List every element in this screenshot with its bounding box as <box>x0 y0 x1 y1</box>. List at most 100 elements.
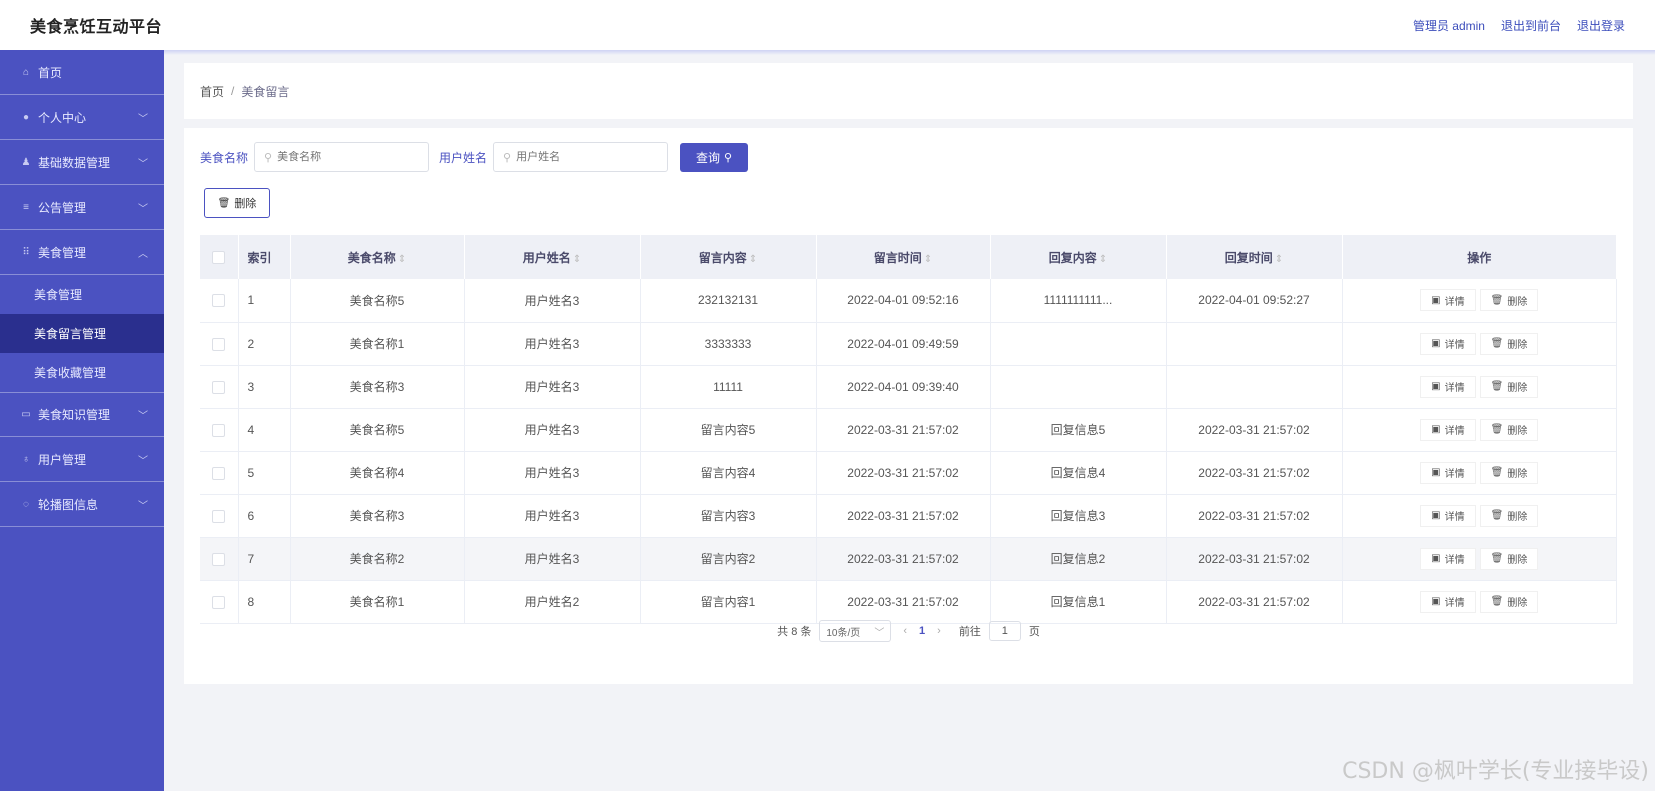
delete-button[interactable]: 🗑 删除 <box>1479 504 1539 527</box>
detail-button[interactable]: ▣ 详情 <box>1420 547 1476 570</box>
col-index: 索引 <box>238 235 291 279</box>
sidebar-subitem-food-manage[interactable]: 美食管理 <box>0 275 164 314</box>
row-reply: 回复信息4 <box>990 451 1167 494</box>
col-time[interactable]: 留言时间 ⇕ <box>816 235 991 279</box>
delete-button[interactable]: 🗑 删除 <box>1479 418 1539 441</box>
delete-button[interactable]: 🗑 删除 <box>1479 547 1539 570</box>
sort-icon: ⇕ <box>1274 253 1284 265</box>
detail-button[interactable]: ▣ 详情 <box>1420 332 1476 355</box>
trash-icon: 🗑 <box>1490 381 1504 392</box>
delete-label: 删除 <box>1507 469 1528 480</box>
delete-button[interactable]: 🗑 删除 <box>1479 332 1539 355</box>
sidebar-item-food[interactable]: ⠿ 美食管理 ︿ <box>0 230 164 275</box>
row-content: 留言内容1 <box>640 580 817 623</box>
row-checkbox[interactable] <box>212 294 226 308</box>
delete-button[interactable]: 🗑 删除 <box>1479 289 1539 312</box>
col-reply-time-label: 回复时间 <box>1224 250 1273 265</box>
detail-icon: ▣ <box>1431 510 1441 521</box>
detail-icon: ▣ <box>1431 381 1441 392</box>
row-checkbox[interactable] <box>212 337 226 351</box>
row-food-name: 美食名称5 <box>290 279 465 322</box>
detail-button[interactable]: ▣ 详情 <box>1420 375 1476 398</box>
row-select-cell <box>200 322 239 365</box>
sidebar-item-home[interactable]: ⌂ 首页 <box>0 50 164 95</box>
detail-label: 详情 <box>1444 340 1465 351</box>
select-all-checkbox[interactable] <box>212 251 226 265</box>
page-size-select[interactable]: 10条/页 ﹀ <box>819 620 892 642</box>
row-checkbox[interactable] <box>212 380 226 394</box>
row-checkbox[interactable] <box>212 595 226 609</box>
row-checkbox[interactable] <box>212 423 226 437</box>
total-count: 共 8 条 <box>777 626 812 638</box>
exit-to-front-link[interactable]: 退出到前台 <box>1501 17 1561 34</box>
col-content[interactable]: 留言内容 ⇕ <box>640 235 817 279</box>
detail-button[interactable]: ▣ 详情 <box>1420 504 1476 527</box>
sidebar-item-personal-center[interactable]: ● 个人中心 ﹀ <box>0 95 164 140</box>
search-icon: ⚲ <box>264 151 273 164</box>
row-checkbox[interactable] <box>212 466 226 480</box>
next-page-button[interactable]: › <box>933 625 945 637</box>
row-checkbox[interactable] <box>212 552 226 566</box>
col-food-name[interactable]: 美食名称 ⇕ <box>290 235 465 279</box>
detail-button[interactable]: ▣ 详情 <box>1420 590 1476 613</box>
admin-user-link[interactable]: 管理员 admin <box>1413 17 1485 34</box>
col-reply-time[interactable]: 回复时间 ⇕ <box>1166 235 1343 279</box>
row-actions: ▣ 详情 🗑 删除 <box>1342 451 1617 494</box>
sidebar: ⌂ 首页 ● 个人中心 ﹀ ♟ 基础数据管理 ﹀ ≡ 公告管理 ﹀ ⠿ 美食管理… <box>0 50 164 791</box>
row-content: 留言内容4 <box>640 451 817 494</box>
delete-button[interactable]: 🗑 删除 <box>1479 461 1539 484</box>
col-user-name[interactable]: 用户姓名 ⇕ <box>464 235 641 279</box>
select-all-cell <box>200 235 239 279</box>
query-button[interactable]: 查询 ⚲ <box>680 142 749 172</box>
goto-page-input[interactable]: 1 <box>988 621 1021 641</box>
detail-button[interactable]: ▣ 详情 <box>1420 418 1476 441</box>
prev-page-button[interactable]: ‹ <box>899 625 911 637</box>
logout-link[interactable]: 退出登录 <box>1577 17 1625 34</box>
table-row: 5 美食名称4 用户姓名3 留言内容4 2022-03-31 21:57:02 回复信息4… <box>200 451 1617 494</box>
user-name-input[interactable] <box>516 151 647 163</box>
row-select-cell <box>200 494 239 537</box>
sidebar-item-user[interactable]: ♁ 用户管理 ﹀ <box>0 437 164 482</box>
food-name-input[interactable] <box>277 151 408 163</box>
delete-label: 删除 <box>1507 512 1528 523</box>
row-checkbox[interactable] <box>212 509 226 523</box>
trash-icon: 🗑 <box>1490 467 1504 478</box>
sidebar-item-carousel[interactable]: ◌ 轮播图信息 ﹀ <box>0 482 164 527</box>
sidebar-item-base-data[interactable]: ♟ 基础数据管理 ﹀ <box>0 140 164 185</box>
page-number-current[interactable]: 1 <box>919 625 925 637</box>
row-index: 8 <box>238 580 291 623</box>
sidebar-item-label: 用户管理 <box>38 452 87 467</box>
delete-button[interactable]: 🗑 删除 <box>1479 375 1539 398</box>
sort-icon: ⇕ <box>572 253 582 265</box>
app-title: 美食烹饪互动平台 <box>30 19 163 36</box>
sidebar-subitem-food-message[interactable]: 美食留言管理 <box>0 314 164 353</box>
detail-button[interactable]: ▣ 详情 <box>1420 461 1476 484</box>
delete-button[interactable]: 🗑 删除 <box>1479 590 1539 613</box>
food-name-field[interactable]: ⚲ <box>254 142 430 172</box>
batch-delete-button[interactable]: 🗑 删除 <box>204 188 270 218</box>
home-icon: ⌂ <box>22 66 30 78</box>
row-reply <box>990 365 1167 408</box>
detail-label: 详情 <box>1444 296 1465 308</box>
trash-icon: 🗑 <box>1490 596 1504 607</box>
row-food-name: 美食名称1 <box>290 322 465 365</box>
grid-icon: ⠿ <box>22 246 30 258</box>
row-user-name: 用户姓名3 <box>464 408 641 451</box>
row-index: 6 <box>238 494 291 537</box>
row-reply-time: 2022-03-31 21:57:02 <box>1166 580 1343 623</box>
detail-icon: ▣ <box>1431 467 1441 478</box>
user-name-field[interactable]: ⚲ <box>493 142 669 172</box>
trash-icon: 🗑 <box>1490 553 1504 564</box>
row-select-cell <box>200 279 239 322</box>
row-index: 4 <box>238 408 291 451</box>
sidebar-item-food-knowledge[interactable]: ▭ 美食知识管理 ﹀ <box>0 392 164 437</box>
detail-button[interactable]: ▣ 详情 <box>1420 289 1476 312</box>
table-row: 8 美食名称1 用户姓名2 留言内容1 2022-03-31 21:57:02 回复信息1… <box>200 580 1617 623</box>
row-time: 2022-03-31 21:57:02 <box>816 408 991 451</box>
row-user-name: 用户姓名3 <box>464 494 641 537</box>
col-reply[interactable]: 回复内容 ⇕ <box>990 235 1167 279</box>
row-content: 11111 <box>640 365 817 408</box>
sidebar-subitem-food-favorite[interactable]: 美食收藏管理 <box>0 353 164 392</box>
sidebar-item-notice[interactable]: ≡ 公告管理 ﹀ <box>0 185 164 230</box>
breadcrumb-home[interactable]: 首页 <box>200 83 224 100</box>
